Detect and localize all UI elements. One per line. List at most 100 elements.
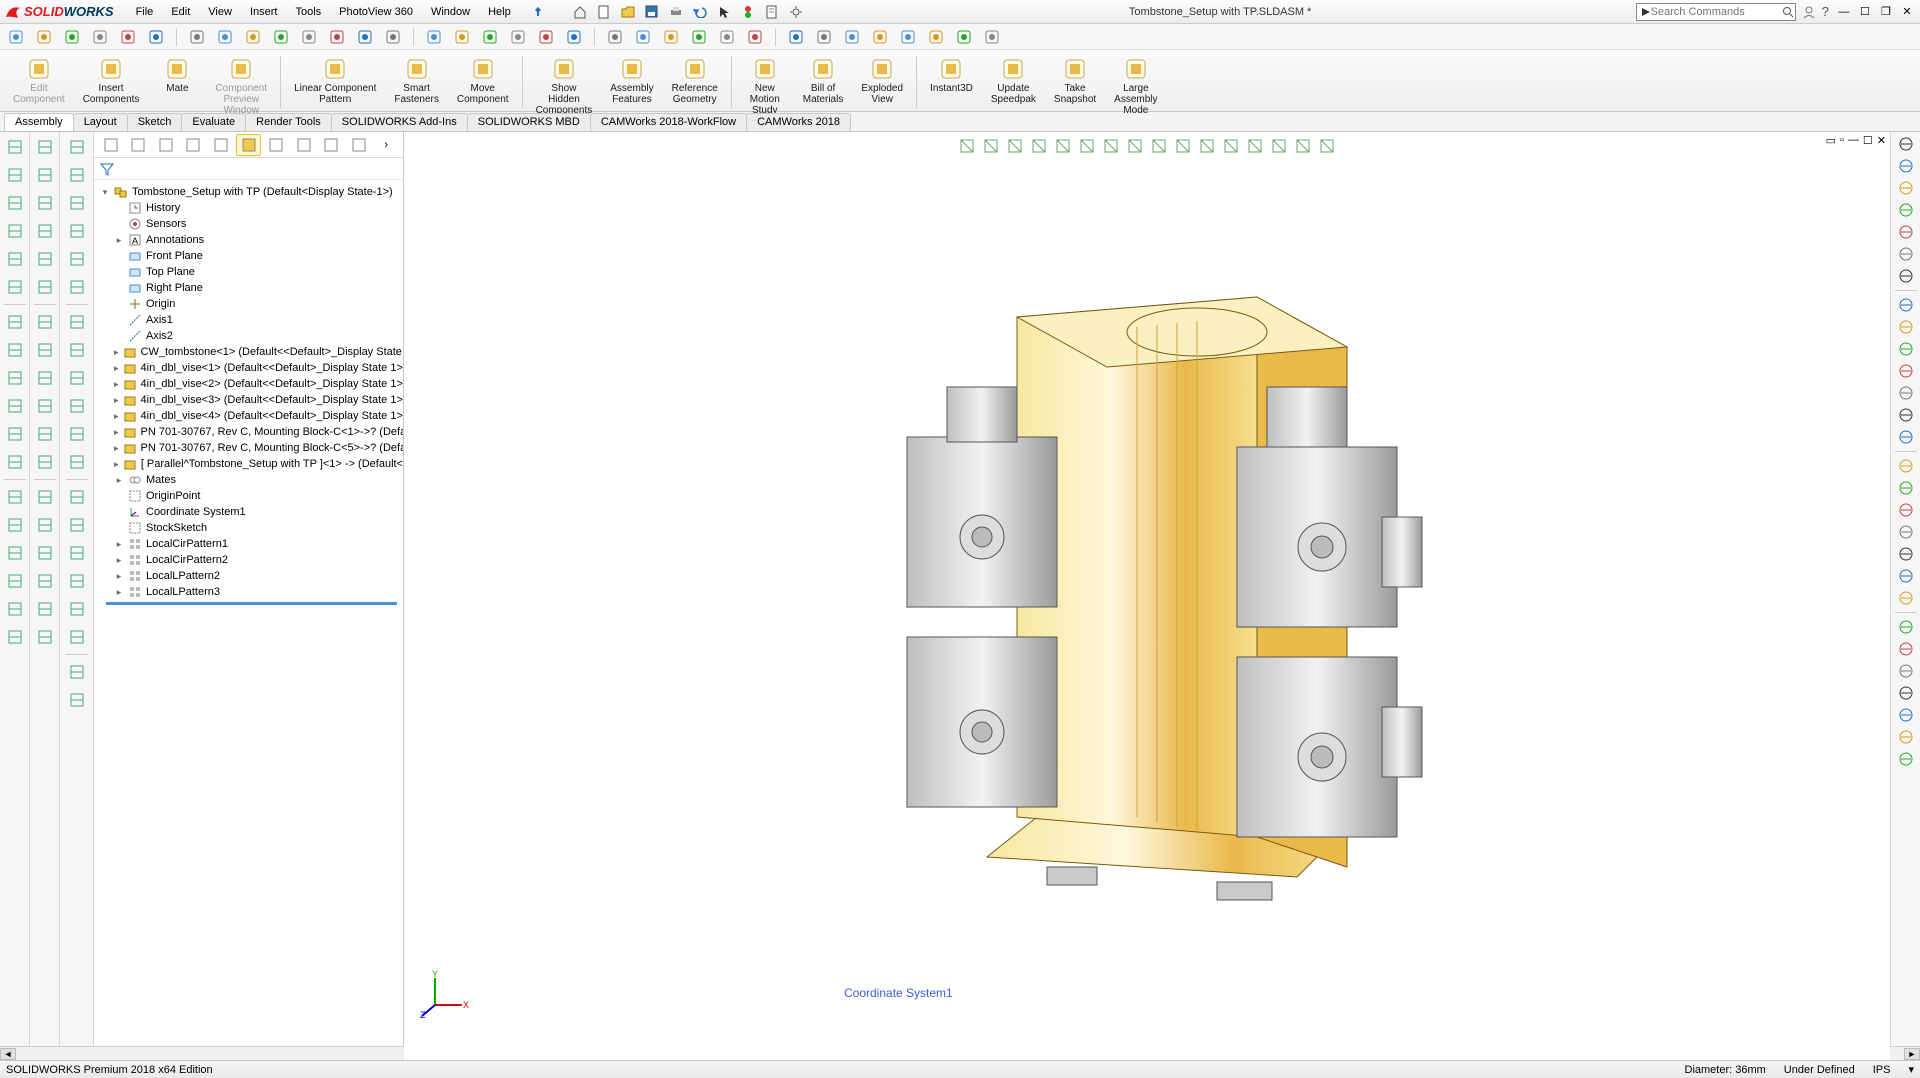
qa-icon-27[interactable] [814, 27, 834, 47]
vt3-icon-13[interactable] [66, 514, 88, 536]
rt-icon-12[interactable] [1898, 407, 1914, 423]
vt3-icon-6[interactable] [66, 311, 88, 333]
ribbon-assembly[interactable]: AssemblyFeatures [603, 54, 660, 112]
vt2-icon-16[interactable] [34, 598, 56, 620]
qa-icon-7[interactable] [215, 27, 235, 47]
vt2-icon-4[interactable] [34, 248, 56, 270]
tree-tab-display[interactable] [181, 134, 207, 156]
cm-tab-render-tools[interactable]: Render Tools [245, 113, 332, 131]
vt2-icon-6[interactable] [34, 311, 56, 333]
cm-tab-evaluate[interactable]: Evaluate [181, 113, 246, 131]
maximize-button[interactable]: ❐ [1877, 3, 1895, 19]
save-icon[interactable] [643, 3, 661, 21]
qa-icon-5[interactable] [146, 27, 166, 47]
vt3-icon-1[interactable] [66, 164, 88, 186]
rt-icon-1[interactable] [1898, 158, 1914, 174]
tree-item[interactable]: History [100, 200, 403, 216]
tree-item[interactable]: Sensors [100, 216, 403, 232]
view-icon-3[interactable] [1029, 136, 1049, 156]
expand-icon[interactable]: ▸ [114, 395, 119, 406]
menu-view[interactable]: View [200, 4, 240, 20]
qa-icon-33[interactable] [982, 27, 1002, 47]
tree-item[interactable]: Front Plane [100, 248, 403, 264]
tree-tab-prop[interactable] [153, 134, 179, 156]
qa-icon-30[interactable] [898, 27, 918, 47]
rt-icon-23[interactable] [1898, 663, 1914, 679]
qa-icon-25[interactable] [745, 27, 765, 47]
orientation-triad[interactable]: Y X Z [420, 970, 470, 1020]
status-extra-icon[interactable]: ▾ [1908, 1063, 1914, 1076]
qa-icon-0[interactable] [6, 27, 26, 47]
qa-icon-29[interactable] [870, 27, 890, 47]
tree-item[interactable]: StockSketch [100, 520, 403, 536]
vt3-icon-18[interactable] [66, 661, 88, 683]
tree-tab-more[interactable] [318, 134, 344, 156]
tree-item[interactable]: ▸CW_tombstone<1> (Default<<Default>_Disp… [100, 344, 403, 360]
vt1-icon-9[interactable] [4, 395, 26, 417]
vt1-icon-6[interactable] [4, 311, 26, 333]
tree-item[interactable]: ▸LocalLPattern3 [100, 584, 403, 600]
qa-icon-10[interactable] [299, 27, 319, 47]
tree-item[interactable]: OriginPoint [100, 488, 403, 504]
vt3-icon-3[interactable] [66, 220, 88, 242]
expand-icon[interactable]: ▸ [114, 443, 119, 454]
rt-icon-18[interactable] [1898, 546, 1914, 562]
expand-icon[interactable]: ▸ [114, 379, 119, 390]
ribbon-large[interactable]: LargeAssemblyMode [1107, 54, 1164, 112]
restore-button[interactable]: ☐ [1856, 3, 1874, 19]
tree-tab-config[interactable] [126, 134, 152, 156]
vt2-icon-11[interactable] [34, 451, 56, 473]
tree-item[interactable]: ▸LocalLPattern2 [100, 568, 403, 584]
pin-icon[interactable] [529, 3, 547, 21]
tree-tab-appear[interactable] [208, 134, 234, 156]
rt-icon-25[interactable] [1898, 707, 1914, 723]
expand-icon[interactable]: ▸ [114, 347, 119, 358]
vt2-icon-13[interactable] [34, 514, 56, 536]
tree-tab-cam[interactable] [291, 134, 317, 156]
qa-icon-23[interactable] [689, 27, 709, 47]
vt1-icon-0[interactable] [4, 136, 26, 158]
rt-icon-24[interactable] [1898, 685, 1914, 701]
menu-help[interactable]: Help [480, 4, 519, 20]
scroll-left-icon[interactable]: ◄ [0, 1048, 16, 1060]
view-icon-5[interactable] [1077, 136, 1097, 156]
vt1-icon-3[interactable] [4, 220, 26, 242]
rt-icon-10[interactable] [1898, 363, 1914, 379]
vp-min-icon[interactable]: — [1848, 134, 1859, 147]
vt3-icon-19[interactable] [66, 689, 88, 711]
expand-icon[interactable]: ▸ [114, 411, 119, 422]
vt1-icon-2[interactable] [4, 192, 26, 214]
home-icon[interactable] [571, 3, 589, 21]
tree-item[interactable]: ▸PN 701-30767, Rev C, Mounting Block-C<1… [100, 424, 403, 440]
view-icon-7[interactable] [1125, 136, 1145, 156]
vt2-icon-0[interactable] [34, 136, 56, 158]
tree-root[interactable]: ▾ Tombstone_Setup with TP (Default<Displ… [100, 184, 403, 200]
menu-window[interactable]: Window [423, 4, 478, 20]
vt3-icon-0[interactable] [66, 136, 88, 158]
expand-icon[interactable]: ▸ [114, 539, 124, 550]
tree-item[interactable]: Axis1 [100, 312, 403, 328]
tree-item[interactable]: ▸4in_dbl_vise<4> (Default<<Default>_Disp… [100, 408, 403, 424]
menu-file[interactable]: File [128, 4, 162, 20]
rt-icon-11[interactable] [1898, 385, 1914, 401]
rt-icon-19[interactable] [1898, 568, 1914, 584]
tree-item[interactable]: Right Plane [100, 280, 403, 296]
ribbon-linear-component[interactable]: Linear ComponentPattern [287, 54, 383, 112]
tree-item[interactable]: Top Plane [100, 264, 403, 280]
rt-icon-7[interactable] [1898, 297, 1914, 313]
view-icon-11[interactable] [1221, 136, 1241, 156]
ribbon-smart[interactable]: SmartFasteners [387, 54, 445, 112]
tree-tab-render[interactable] [263, 134, 289, 156]
tree-tab-overflow[interactable]: › [373, 134, 399, 156]
tree-tab-cw[interactable] [236, 134, 262, 156]
vt3-icon-11[interactable] [66, 451, 88, 473]
cm-tab-sketch[interactable]: Sketch [127, 113, 183, 131]
qa-icon-15[interactable] [452, 27, 472, 47]
vt1-icon-5[interactable] [4, 276, 26, 298]
tree-item[interactable]: ▸[ Parallel^Tombstone_Setup with TP ]<1>… [100, 456, 403, 472]
qa-icon-18[interactable] [536, 27, 556, 47]
qa-icon-14[interactable] [424, 27, 444, 47]
vt3-icon-10[interactable] [66, 423, 88, 445]
rt-icon-4[interactable] [1898, 224, 1914, 240]
vt1-icon-13[interactable] [4, 514, 26, 536]
